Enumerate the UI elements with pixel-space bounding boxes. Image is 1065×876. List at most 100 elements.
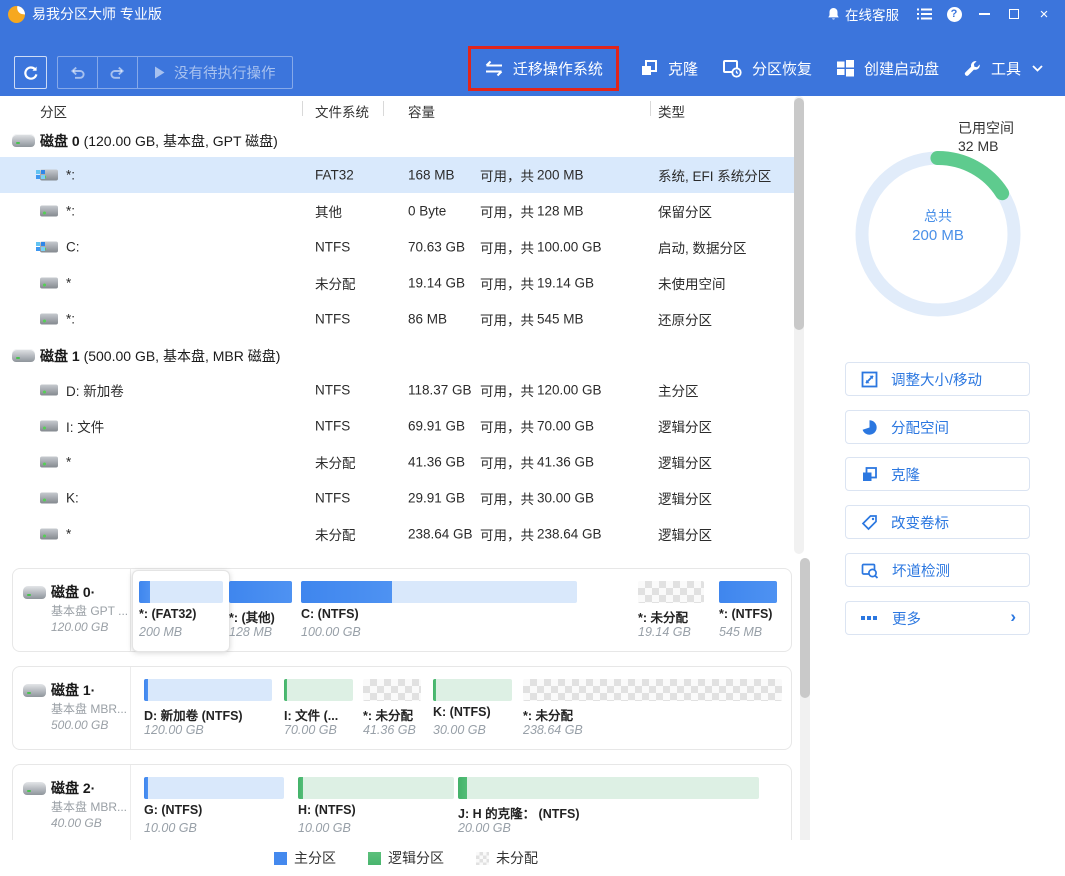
- diskmap-scrollbar[interactable]: [800, 558, 810, 874]
- partition-map-label: D: 新加卷 (NTFS): [144, 705, 243, 724]
- disk-map-partition[interactable]: D: 新加卷 (NTFS)120.00 GB: [144, 667, 272, 751]
- total-space-value: 200 MB: [537, 168, 584, 183]
- create-bootable-disk-label: 创建启动盘: [864, 58, 939, 79]
- disk-map-partition[interactable]: *: 未分配41.36 GB: [363, 667, 421, 751]
- maximize-button[interactable]: [999, 0, 1029, 28]
- partition-row[interactable]: K:NTFS29.91 GB可用，共30.00 GB逻辑分区: [0, 480, 812, 516]
- disk-name: 磁盘 2·: [51, 778, 95, 798]
- capacity-label: 可用，共: [480, 309, 534, 329]
- filesystem-value: FAT32: [315, 168, 354, 183]
- resize-move-button[interactable]: 调整大小/移动: [845, 362, 1030, 396]
- clone-partition-button[interactable]: 克隆: [845, 457, 1030, 491]
- task-list-button[interactable]: [909, 0, 939, 28]
- col-header-capacity: 容量: [408, 101, 435, 121]
- pending-operations-button[interactable]: 没有待执行操作: [138, 57, 292, 88]
- undo-button[interactable]: [58, 57, 98, 88]
- disk-map-partition[interactable]: *: 未分配238.64 GB: [523, 667, 782, 751]
- disk-size: 500.00 GB: [51, 718, 108, 732]
- type-value: 逻辑分区: [658, 488, 712, 508]
- partition-table: 分区 文件系统 容量 类型 磁盘 0 (120.00 GB, 基本盘, GPT …: [0, 96, 812, 556]
- drive-icon: [40, 529, 58, 540]
- disk-icon: [23, 586, 46, 599]
- disk-icon: [23, 782, 46, 795]
- partition-map-label: *: (NTFS): [719, 607, 772, 621]
- partition-map-label: C: (NTFS): [301, 607, 359, 621]
- type-value: 主分区: [658, 380, 699, 400]
- disk-group-row[interactable]: 磁盘 1 (500.00 GB, 基本盘, MBR 磁盘): [0, 337, 812, 372]
- disk-map-partition[interactable]: K: (NTFS)30.00 GB: [433, 667, 512, 751]
- type-value: 逻辑分区: [658, 524, 712, 544]
- partition-row[interactable]: *:NTFS86 MB可用，共545 MB还原分区: [0, 301, 812, 337]
- clone-partition-label: 克隆: [891, 464, 920, 485]
- partition-map-size: 41.36 GB: [363, 723, 416, 737]
- disk-group-label: 磁盘 0 (120.00 GB, 基本盘, GPT 磁盘): [40, 131, 278, 151]
- tools-icon: [963, 59, 982, 78]
- maximize-icon: [1009, 9, 1019, 19]
- disk-map-partition[interactable]: H: (NTFS)10.00 GB: [298, 765, 454, 849]
- used-space-label: 已用空间: [958, 118, 1014, 138]
- partition-row[interactable]: C:NTFS70.63 GB可用，共100.00 GB启动, 数据分区: [0, 229, 812, 265]
- partition-bar-fill: [458, 777, 467, 799]
- disk-map-card[interactable]: 磁盘 0·基本盘 GPT ...120.00 GB*: (FAT32)200 M…: [12, 568, 792, 652]
- redo-button[interactable]: [98, 57, 138, 88]
- disk-type: 基本盘 GPT ...: [51, 602, 128, 619]
- partition-row[interactable]: *:FAT32168 MB可用，共200 MB系统, EFI 系统分区: [0, 157, 794, 193]
- partition-recovery-button[interactable]: 分区恢复: [710, 58, 824, 79]
- minimize-button[interactable]: [969, 0, 999, 28]
- drive-icon: [40, 457, 58, 468]
- clone-icon: [639, 58, 659, 78]
- partition-row[interactable]: *:其他0 Byte可用，共128 MB保留分区: [0, 193, 812, 229]
- partition-row[interactable]: I: 文件NTFS69.91 GB可用，共70.00 GB逻辑分区: [0, 408, 812, 444]
- sidebar: 已用空间 32 MB 总共 200 MB 调整大小/移动 分配空间 克隆 改变卷…: [812, 96, 1065, 876]
- partition-bar: [229, 581, 292, 603]
- allocate-space-button[interactable]: 分配空间: [845, 410, 1030, 444]
- disk-map-partition[interactable]: J: H 的克隆： (NTFS)20.00 GB: [458, 765, 759, 849]
- type-value: 系统, EFI 系统分区: [658, 165, 771, 185]
- partition-row[interactable]: *未分配41.36 GB可用，共41.36 GB逻辑分区: [0, 444, 812, 480]
- table-scrollbar-thumb[interactable]: [794, 98, 804, 330]
- drive-icon: [40, 421, 58, 432]
- diskmap-scrollbar-thumb[interactable]: [800, 558, 810, 698]
- col-header-filesystem: 文件系统: [315, 101, 369, 121]
- clone-button[interactable]: 克隆: [627, 58, 710, 79]
- partition-map-label: *: 未分配: [523, 705, 573, 724]
- close-button[interactable]: ×: [1029, 0, 1059, 28]
- total-label: 总共: [838, 206, 1038, 226]
- drive-icon: [40, 385, 58, 396]
- online-service-button[interactable]: 在线客服: [817, 0, 909, 28]
- tools-button[interactable]: 工具: [951, 58, 1055, 79]
- migrate-os-label: 迁移操作系统: [513, 58, 603, 79]
- app-logo-icon: [8, 6, 25, 23]
- disk-map-section: 磁盘 0·基本盘 GPT ...120.00 GB*: (FAT32)200 M…: [0, 556, 812, 876]
- partition-bar-fill: [284, 679, 287, 701]
- disk-map-partition[interactable]: *: (其他)128 MB: [229, 569, 292, 653]
- app-window: 易我分区大师 专业版 在线客服 ? ×: [0, 0, 1065, 876]
- filesystem-value: NTFS: [315, 312, 350, 327]
- partition-row[interactable]: *未分配19.14 GB可用，共19.14 GB未使用空间: [0, 265, 812, 301]
- surface-test-icon: [861, 562, 879, 579]
- change-label-button[interactable]: 改变卷标: [845, 505, 1030, 539]
- partition-bar-fill: [229, 581, 292, 603]
- disk-icon: [12, 349, 35, 362]
- operation-group: 没有待执行操作: [57, 56, 293, 89]
- more-button[interactable]: 更多 ›: [845, 601, 1030, 635]
- help-button[interactable]: ?: [939, 0, 969, 28]
- disk-map-card[interactable]: 磁盘 1·基本盘 MBR...500.00 GBD: 新加卷 (NTFS)120…: [12, 666, 792, 750]
- disk-map-partition[interactable]: *: (NTFS)545 MB: [719, 569, 777, 653]
- disk-map-card[interactable]: 磁盘 2·基本盘 MBR...40.00 GBG: (NTFS)10.00 GB…: [12, 764, 792, 848]
- refresh-button[interactable]: [14, 56, 47, 89]
- create-bootable-disk-button[interactable]: 创建启动盘: [824, 58, 951, 79]
- partition-bar: [301, 581, 577, 603]
- migrate-os-button[interactable]: 迁移操作系统: [468, 46, 619, 91]
- partition-row[interactable]: D: 新加卷NTFS118.37 GB可用，共120.00 GB主分区: [0, 372, 812, 408]
- disk-map-partition[interactable]: G: (NTFS)10.00 GB: [144, 765, 284, 849]
- disk-group-row[interactable]: 磁盘 0 (120.00 GB, 基本盘, GPT 磁盘): [0, 122, 812, 157]
- partition-row[interactable]: *未分配238.64 GB可用，共238.64 GB逻辑分区: [0, 516, 812, 552]
- disk-map-partition[interactable]: *: 未分配19.14 GB: [638, 569, 704, 653]
- partition-icon: [40, 528, 58, 540]
- disk-map-partition[interactable]: C: (NTFS)100.00 GB: [301, 569, 577, 653]
- disk-map-partition[interactable]: I: 文件 (...70.00 GB: [284, 667, 353, 751]
- disk-map-partition[interactable]: *: (FAT32)200 MB: [139, 569, 223, 653]
- surface-test-button[interactable]: 坏道检测: [845, 553, 1030, 587]
- table-scrollbar[interactable]: [794, 96, 804, 554]
